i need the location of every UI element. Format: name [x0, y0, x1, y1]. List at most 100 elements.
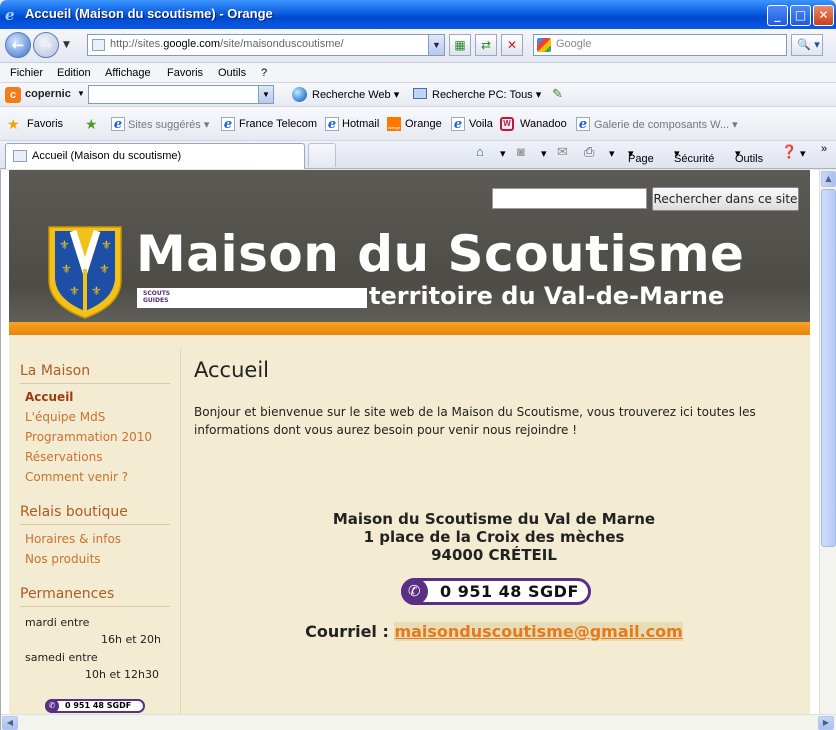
- vertical-scrollbar[interactable]: ▲: [819, 170, 836, 716]
- mail-icon[interactable]: ✉: [557, 144, 568, 160]
- sidebar-link-equipe[interactable]: L'équipe MdS: [25, 410, 105, 424]
- page-viewport: Rechercher dans ce site ⚜ ⚜ ⚜ ⚜ ⚜ ⚜ Maison …: [0, 170, 836, 730]
- fav-gallery[interactable]: Galerie de composants W... ▾: [594, 118, 738, 131]
- menu-affichage[interactable]: Affichage: [105, 67, 151, 79]
- email-link[interactable]: maisonduscoutisme@gmail.com: [394, 622, 683, 641]
- scroll-right-icon[interactable]: ▶: [818, 716, 834, 730]
- tab-bar: Accueil (Maison du scoutisme) ⌂ ▾ ◙ ▾ ✉ …: [0, 141, 836, 169]
- svg-text:⚜: ⚜: [69, 284, 80, 298]
- fav-voila[interactable]: Voila: [469, 118, 493, 130]
- site-search-button[interactable]: Rechercher dans ce site: [652, 187, 799, 211]
- favorites-bar: ★ Favoris ★ e Sites suggérés ▾ e France …: [0, 107, 836, 141]
- suggested-sites-icon: e: [111, 117, 125, 132]
- scroll-left-icon[interactable]: ◀: [2, 716, 18, 730]
- web-search-label: Recherche Web: [312, 89, 391, 101]
- copernic-search-input[interactable]: ▼: [88, 85, 274, 104]
- refresh-icon[interactable]: ⇄: [475, 34, 497, 56]
- sidebar-link-programmation[interactable]: Programmation 2010: [25, 430, 152, 444]
- fav-wanadoo[interactable]: Wanadoo: [520, 118, 567, 130]
- print-icon[interactable]: ⎙: [584, 144, 594, 160]
- ie-page-icon: e: [221, 117, 235, 132]
- menu-fichier[interactable]: Fichier: [10, 67, 43, 79]
- tab-accueil[interactable]: Accueil (Maison du scoutisme): [5, 143, 305, 169]
- home-icon[interactable]: ⌂: [476, 144, 484, 159]
- svg-text:⚜: ⚜: [59, 238, 70, 252]
- scouts-guides-logo: SCOUTS GUIDES: [143, 290, 171, 304]
- highlight-pen-icon[interactable]: ✎: [552, 86, 563, 102]
- sidebar-link-comment-venir[interactable]: Comment venir ?: [25, 470, 128, 484]
- tools-menu-label: Outils: [735, 153, 764, 165]
- sidebar-heading-relais-boutique: Relais boutique: [20, 504, 170, 525]
- copernic-label[interactable]: copernic: [25, 88, 71, 100]
- scroll-thumb[interactable]: [821, 189, 836, 547]
- address-line-1: Maison du Scoutisme du Val de Marne: [332, 510, 656, 528]
- history-dropdown-icon[interactable]: ▼: [63, 40, 70, 50]
- email-row: Courriel : maisonduscoutisme@gmail.com: [194, 622, 794, 641]
- fav-hotmail[interactable]: Hotmail: [342, 118, 379, 130]
- back-button[interactable]: ←: [5, 32, 31, 58]
- svg-text:⚜: ⚜: [61, 262, 72, 276]
- horizontal-scrollbar[interactable]: ◀ ▶: [1, 714, 836, 730]
- tools-menu[interactable]: Outils ▾: [735, 147, 763, 165]
- perm-day-1: mardi entre: [25, 616, 90, 629]
- stop-icon[interactable]: ✕: [501, 34, 523, 56]
- title-bar: e Accueil (Maison du scoutisme) - Orange…: [0, 0, 836, 29]
- url-dropdown-icon[interactable]: ▼: [428, 35, 444, 55]
- rss-dropdown-icon[interactable]: ▾: [541, 147, 547, 160]
- minimize-button[interactable]: _: [767, 5, 788, 26]
- search-button[interactable]: 🔍 ▾: [791, 34, 823, 56]
- web-search-button[interactable]: Recherche Web ▾: [312, 88, 399, 101]
- security-menu[interactable]: Sécurité ▾: [674, 147, 714, 165]
- chevron-more-icon[interactable]: »: [821, 143, 827, 155]
- phone-badge: ✆ 0 951 48 SGDF: [401, 578, 591, 605]
- sidebar-phone-badge: ✆ 0 951 48 SGDF: [45, 699, 145, 713]
- menu-favoris[interactable]: Favoris: [167, 67, 203, 79]
- close-window-button[interactable]: ✕: [813, 5, 834, 26]
- help-icon[interactable]: ❓: [781, 144, 797, 160]
- intro-text: Bonjour et bienvenue sur le site web de …: [194, 405, 756, 437]
- url-domain: google.com: [163, 38, 221, 50]
- sidebar-heading-permanences: Permanences: [20, 586, 170, 607]
- print-dropdown-icon[interactable]: ▾: [609, 147, 615, 160]
- sidebar: La Maison Accueil L'équipe MdS Programma…: [9, 348, 181, 730]
- menu-help[interactable]: ?: [261, 67, 267, 79]
- url-input[interactable]: http://sites.google.com/site/maisondusco…: [87, 34, 445, 56]
- sidebar-link-horaires[interactable]: Horaires & infos: [25, 532, 121, 546]
- help-dropdown-icon[interactable]: ▾: [800, 147, 806, 160]
- add-favorite-icon[interactable]: ★: [85, 116, 98, 133]
- site-title: Maison du Scoutisme: [136, 225, 745, 283]
- fav-france-telecom[interactable]: France Telecom: [239, 118, 317, 130]
- pc-search-button[interactable]: Recherche PC: Tous ▾: [432, 88, 541, 101]
- maximize-button[interactable]: □: [790, 5, 811, 26]
- sidebar-link-produits[interactable]: Nos produits: [25, 552, 101, 566]
- compatibility-icon[interactable]: ▦: [449, 34, 471, 56]
- site-search-input[interactable]: [492, 188, 647, 209]
- page-menu[interactable]: Page ▾: [628, 147, 654, 165]
- menu-outils[interactable]: Outils: [218, 67, 246, 79]
- google-icon: [537, 38, 551, 52]
- sidebar-link-reservations[interactable]: Réservations: [25, 450, 102, 464]
- address-toolbar: ← → ▼ http://sites.google.com/site/maiso…: [0, 29, 836, 63]
- new-tab-button[interactable]: [308, 143, 336, 167]
- copernic-dropdown-icon[interactable]: ▼: [77, 89, 85, 98]
- sidebar-heading-la-maison: La Maison: [20, 363, 170, 384]
- copernic-input-dropdown-icon[interactable]: ▼: [258, 86, 273, 103]
- ie-logo-icon: e: [5, 6, 15, 24]
- scroll-up-icon[interactable]: ▲: [821, 171, 836, 187]
- rss-icon[interactable]: ◙: [517, 144, 525, 159]
- search-input[interactable]: Google: [533, 34, 787, 56]
- favorites-button[interactable]: Favoris: [27, 118, 63, 130]
- fav-orange[interactable]: Orange: [405, 118, 442, 130]
- page-icon: [13, 150, 27, 162]
- sidebar-link-accueil[interactable]: Accueil: [25, 390, 73, 404]
- fav-suggested-sites[interactable]: Sites suggérés ▾: [128, 118, 209, 131]
- pc-search-label: Recherche PC: Tous: [432, 89, 533, 101]
- orange-icon: orange: [387, 117, 401, 131]
- browser-window: e Accueil (Maison du scoutisme) - Orange…: [0, 0, 836, 730]
- page-menu-label: Page: [628, 153, 654, 165]
- phone-icon: ✆: [401, 578, 428, 605]
- forward-button[interactable]: →: [33, 32, 59, 58]
- menu-edition[interactable]: Edition: [57, 67, 91, 79]
- header-stripe: [9, 322, 810, 335]
- home-dropdown-icon[interactable]: ▾: [500, 147, 506, 160]
